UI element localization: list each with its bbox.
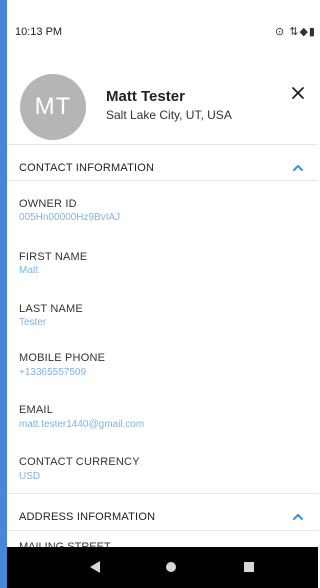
status-time: 10:13 PM xyxy=(15,26,63,38)
phone-link[interactable]: +13365557509 xyxy=(19,367,86,378)
chevron-up-icon[interactable] xyxy=(290,509,306,525)
contact-info-section-header[interactable]: CONTACT INFORMATION xyxy=(7,150,318,188)
field-label: FIRST NAME xyxy=(19,251,88,263)
contact-location: Salt Lake City, UT, USA xyxy=(106,108,232,122)
contact-header: MT Matt Tester Salt Lake City, UT, USA xyxy=(7,70,318,140)
chevron-up-icon[interactable] xyxy=(290,160,306,176)
contact-detail-screen: 10:13 PM ⊙ ⇅◆▮ MT Matt Tester Salt Lake … xyxy=(7,0,318,588)
field-value: USD xyxy=(19,471,41,482)
home-icon[interactable] xyxy=(166,562,176,572)
section-title: ADDRESS INFORMATION xyxy=(19,511,156,523)
address-info-section-header[interactable]: ADDRESS INFORMATION xyxy=(7,499,318,537)
status-icons: ⊙ ⇅◆▮ xyxy=(274,26,316,38)
field-value: Tester xyxy=(19,317,47,328)
field-label: EMAIL xyxy=(19,404,54,416)
divider xyxy=(7,144,318,145)
status-bar: 10:13 PM ⊙ ⇅◆▮ xyxy=(7,18,318,44)
field-label: CONTACT CURRENCY xyxy=(19,456,140,468)
recent-apps-icon[interactable] xyxy=(244,562,254,572)
avatar: MT xyxy=(20,74,86,140)
section-title: CONTACT INFORMATION xyxy=(19,162,155,174)
email-link[interactable]: matt.tester1440@gmail.com xyxy=(19,419,144,430)
left-accent-bar xyxy=(0,0,7,588)
divider xyxy=(7,493,318,494)
close-button[interactable] xyxy=(287,82,309,104)
divider xyxy=(7,180,318,181)
contact-name: Matt Tester xyxy=(106,88,185,105)
field-value: 005Hn00000Hz9BvIAJ xyxy=(19,212,121,223)
field-label: LAST NAME xyxy=(19,303,83,315)
close-icon xyxy=(292,87,304,99)
field-value: Matt xyxy=(19,265,39,276)
back-icon[interactable] xyxy=(90,561,100,573)
field-label-cut: MAILING STREET xyxy=(19,541,111,547)
navigation-bar xyxy=(7,547,318,588)
divider xyxy=(7,530,318,531)
field-label: OWNER ID xyxy=(19,198,77,210)
field-label: MOBILE PHONE xyxy=(19,352,106,364)
